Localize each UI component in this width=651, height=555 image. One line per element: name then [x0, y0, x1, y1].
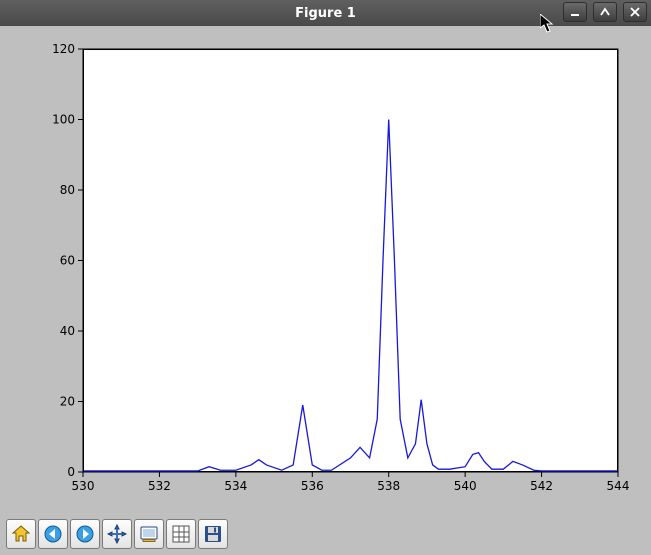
svg-text:120: 120 — [52, 42, 75, 56]
svg-text:538: 538 — [377, 479, 400, 493]
back-icon — [43, 524, 63, 544]
svg-text:530: 530 — [72, 479, 95, 493]
maximize-icon — [600, 7, 610, 17]
home-icon — [11, 524, 31, 544]
minimize-icon — [570, 7, 580, 17]
maximize-button[interactable] — [593, 2, 617, 22]
minimize-button[interactable] — [563, 2, 587, 22]
svg-text:534: 534 — [224, 479, 247, 493]
axes-svg: 530 532 534 536 538 540 542 544 0 20 40 60 80 100 120 — [8, 34, 643, 507]
window-title: Figure 1 — [295, 6, 356, 21]
home-button[interactable] — [6, 519, 36, 549]
svg-text:532: 532 — [148, 479, 171, 493]
svg-text:40: 40 — [60, 324, 75, 338]
pan-icon — [107, 524, 127, 544]
svg-text:536: 536 — [301, 479, 324, 493]
subplots-button[interactable] — [166, 519, 196, 549]
svg-text:20: 20 — [60, 395, 75, 409]
zoom-icon — [139, 524, 159, 544]
window-controls — [563, 2, 647, 22]
forward-icon — [75, 524, 95, 544]
svg-text:542: 542 — [530, 479, 553, 493]
save-button[interactable] — [198, 519, 228, 549]
zoom-button[interactable] — [134, 519, 164, 549]
close-button[interactable] — [623, 2, 647, 22]
svg-text:60: 60 — [60, 254, 75, 268]
client-area: 530 532 534 536 538 540 542 544 0 20 40 60 80 100 120 — [8, 34, 643, 507]
back-button[interactable] — [38, 519, 68, 549]
titlebar: Figure 1 — [0, 0, 651, 26]
svg-text:544: 544 — [607, 479, 630, 493]
svg-text:540: 540 — [454, 479, 477, 493]
svg-text:100: 100 — [52, 113, 75, 127]
data-line — [83, 120, 618, 471]
nav-toolbar — [6, 517, 228, 551]
pan-button[interactable] — [102, 519, 132, 549]
subplots-icon — [171, 524, 191, 544]
forward-button[interactable] — [70, 519, 100, 549]
close-icon — [630, 7, 640, 17]
svg-text:80: 80 — [60, 183, 75, 197]
save-icon — [203, 524, 223, 544]
svg-text:0: 0 — [67, 465, 75, 479]
plot-outer: 530 532 534 536 538 540 542 544 0 20 40 60 80 100 120 — [8, 34, 643, 507]
figure-window: Figure 1 530 532 534 536 538 540 542 544 0 20 40 60… — [0, 0, 651, 555]
